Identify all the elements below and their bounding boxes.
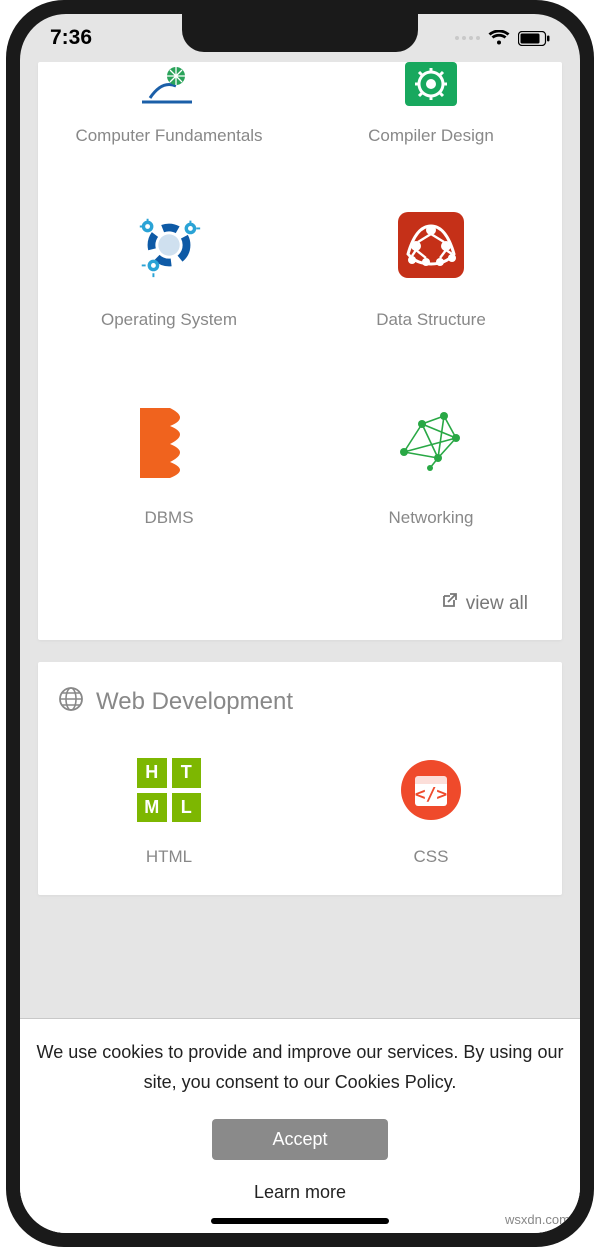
tile-compiler-design[interactable]: Compiler Design	[300, 62, 562, 186]
category-card-webdev: Web Development HTML HTML	[38, 662, 562, 895]
css-icon: </>	[394, 753, 468, 827]
tile-operating-system[interactable]: Operating System	[38, 186, 300, 384]
tile-label: DBMS	[144, 508, 193, 528]
device-notch	[182, 14, 418, 52]
globe-icon	[58, 686, 84, 717]
watermark: wsxdn.com	[505, 1212, 570, 1227]
tile-label: Operating System	[101, 310, 237, 330]
networking-icon	[394, 406, 468, 480]
data-structure-icon	[394, 208, 468, 282]
category-card-cs: Computer Fundamentals	[38, 62, 562, 640]
learn-more-link[interactable]: Learn more	[254, 1182, 346, 1203]
cookie-text-line2: site, you consent to our Cookies Policy.	[144, 1069, 457, 1097]
accept-button[interactable]: Accept	[212, 1119, 387, 1160]
tile-label: Networking	[388, 508, 473, 528]
view-all-label: view all	[466, 593, 528, 615]
battery-icon	[518, 31, 550, 46]
tile-label: CSS	[414, 847, 449, 867]
dbms-icon: D B M S	[132, 406, 206, 480]
tile-label: HTML	[146, 847, 192, 867]
svg-text:</>: </>	[415, 784, 448, 805]
svg-text:B: B	[181, 429, 189, 441]
tile-label: Data Structure	[376, 310, 486, 330]
tile-label: Compiler Design	[368, 126, 494, 146]
operating-system-icon	[132, 208, 206, 282]
tile-data-structure[interactable]: Data Structure	[300, 186, 562, 384]
section-title: Web Development	[96, 688, 293, 716]
cookie-text-line1: We use cookies to provide and improve ou…	[37, 1039, 564, 1067]
tile-dbms[interactable]: D B M S DBMS	[38, 384, 300, 582]
tile-label: Computer Fundamentals	[75, 126, 262, 146]
svg-text:S: S	[181, 461, 188, 473]
cell-dots-icon	[455, 36, 480, 40]
html-icon: HTML	[132, 753, 206, 827]
wifi-icon	[488, 30, 510, 46]
external-link-icon	[440, 592, 458, 616]
status-time: 7:36	[50, 26, 92, 50]
view-all-link[interactable]: view all	[38, 582, 562, 626]
home-indicator[interactable]	[211, 1218, 389, 1224]
cookie-consent-bar: We use cookies to provide and improve ou…	[20, 1018, 580, 1233]
tile-css[interactable]: </> CSS	[300, 735, 562, 895]
svg-text:D: D	[181, 413, 189, 425]
tile-computer-fundamentals[interactable]: Computer Fundamentals	[38, 62, 300, 186]
compiler-design-icon	[394, 62, 468, 106]
tile-networking[interactable]: Networking	[300, 384, 562, 582]
computer-fundamentals-icon	[132, 62, 206, 106]
svg-text:M: M	[181, 445, 190, 457]
tile-html[interactable]: HTML HTML	[38, 735, 300, 895]
